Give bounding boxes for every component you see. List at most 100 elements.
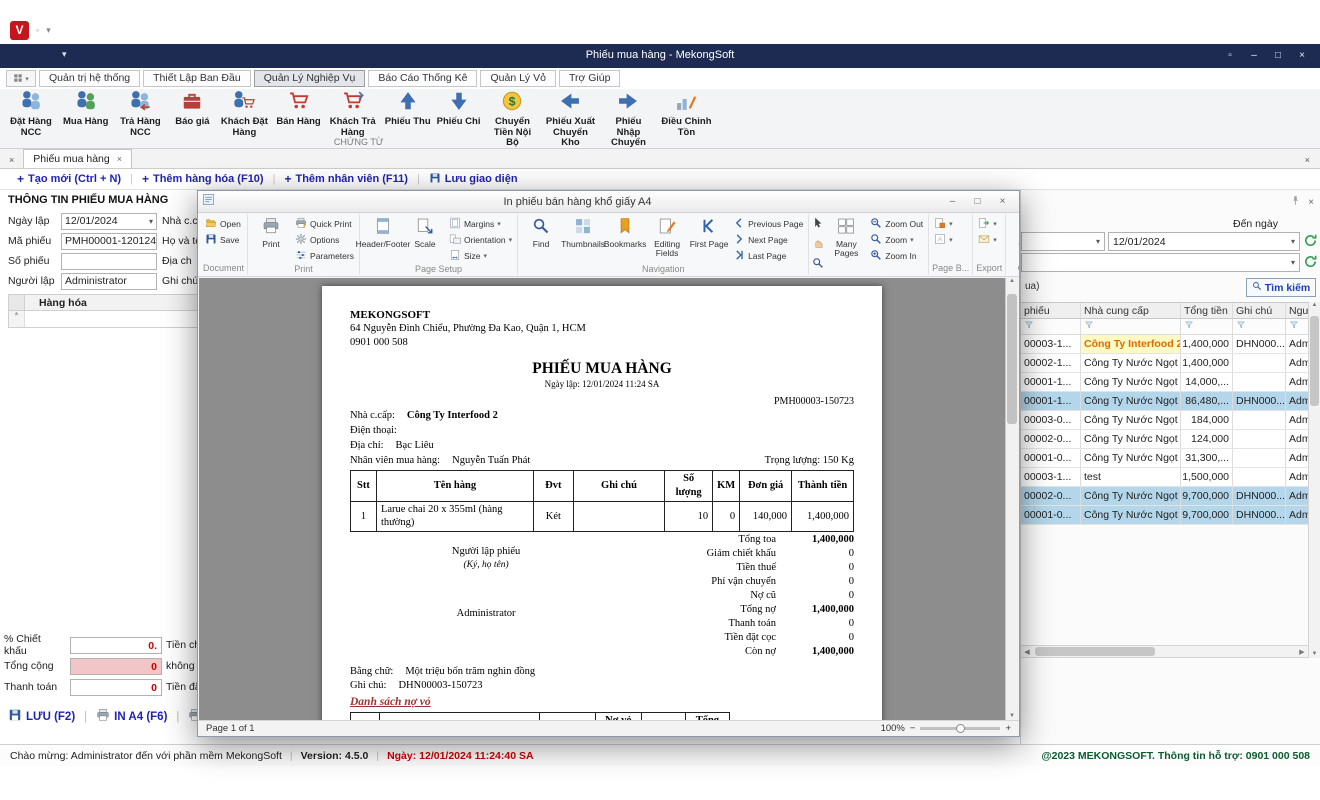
toolbar-button[interactable]: Zoom In bbox=[868, 248, 925, 263]
from-date-dropdown[interactable]: ▾ bbox=[1021, 232, 1105, 251]
ribbon-button[interactable]: Phiếu Thu bbox=[382, 89, 434, 128]
ribbon-tab[interactable]: Trợ Giúp bbox=[559, 70, 621, 87]
grid-row[interactable]: 00002-0...Công Ty Nước Ngọt ...124,000Ad… bbox=[1021, 430, 1320, 449]
horizontal-scrollbar[interactable]: ◀▶ bbox=[1021, 645, 1308, 658]
pointer-icon[interactable] bbox=[812, 216, 824, 234]
dialog-close-button[interactable]: × bbox=[990, 196, 1015, 207]
grid-column-header[interactable]: Tổng tiền bbox=[1181, 303, 1233, 318]
toolbar-button[interactable]: Many Pages bbox=[826, 215, 866, 258]
window-maximize-button[interactable]: □ bbox=[1266, 44, 1290, 68]
toolbar-button[interactable]: First Page bbox=[689, 215, 729, 249]
panel-close-icon[interactable]: × bbox=[1308, 197, 1314, 208]
ribbon-button[interactable]: Mua Hàng bbox=[60, 89, 111, 128]
toolbar-button[interactable]: Bookmarks bbox=[605, 215, 645, 249]
field-input[interactable]: Administrator bbox=[61, 273, 157, 290]
tabstrip-close-icon[interactable]: × bbox=[1295, 155, 1320, 168]
tab-phieu-mua-hang[interactable]: Phiếu mua hàng × bbox=[23, 149, 132, 168]
form-button[interactable]: IN A4 (F6) bbox=[96, 708, 167, 725]
grid-row[interactable]: 00003-0...Công Ty Nước Ngọt ...184,000Ad… bbox=[1021, 411, 1320, 430]
dialog-minimize-button[interactable]: – bbox=[940, 196, 965, 207]
ribbon-button[interactable]: Phiếu Chi bbox=[434, 89, 484, 128]
action-bar-item[interactable]: Lưu giao diện bbox=[420, 172, 527, 187]
quick-access-button[interactable]: ◦ bbox=[36, 25, 39, 35]
toolbar-button[interactable]: Close bbox=[1009, 215, 1019, 249]
field-input[interactable]: 12/01/2024▾ bbox=[61, 213, 157, 230]
total-value[interactable]: 0 bbox=[70, 658, 162, 675]
ribbon-tab[interactable]: Quản trị hệ thống bbox=[39, 70, 140, 87]
total-value[interactable]: 0 bbox=[70, 679, 162, 696]
window-close-button[interactable]: × bbox=[1290, 44, 1314, 68]
toolbar-button[interactable]: Find bbox=[521, 215, 561, 249]
grid-row[interactable]: 00002-1...Công Ty Nước Ngọt ...1,400,000… bbox=[1021, 354, 1320, 373]
grid-row[interactable]: 00001-0...Công Ty Nước Ngọt ...9,700,000… bbox=[1021, 506, 1320, 525]
toolbar-button[interactable]: Orientation▾ bbox=[447, 232, 514, 247]
action-bar-item[interactable]: +Thêm nhân viên (F11) bbox=[275, 172, 416, 186]
toolbar-button[interactable]: Margins▾ bbox=[447, 216, 514, 231]
toolbar-button[interactable]: Parameters bbox=[293, 248, 356, 263]
refresh-icon[interactable] bbox=[1303, 233, 1319, 249]
toolbar-button[interactable]: A▾ bbox=[932, 232, 955, 247]
close-all-tabs-icon[interactable]: × bbox=[0, 155, 23, 168]
scrollbar-thumb[interactable] bbox=[1035, 647, 1155, 656]
tab-close-icon[interactable]: × bbox=[117, 154, 122, 164]
toolbar-button[interactable]: ▾ bbox=[976, 232, 999, 247]
toolbar-button[interactable]: Editing Fields bbox=[647, 215, 687, 258]
ribbon-button[interactable]: Bán Hàng bbox=[273, 89, 323, 128]
ribbon-menu-button[interactable]: ▾ bbox=[6, 70, 36, 87]
toolbar-button[interactable]: Next Page bbox=[731, 232, 805, 247]
zoom-in-button[interactable]: + bbox=[1005, 723, 1011, 734]
zoom-slider[interactable] bbox=[920, 727, 1000, 730]
toolbar-button[interactable]: Scale bbox=[405, 215, 445, 249]
grid-row[interactable]: 00001-1...Công Ty Nước Ngọt ...86,480,..… bbox=[1021, 392, 1320, 411]
magnifier-icon[interactable] bbox=[812, 256, 824, 274]
grid-column-header[interactable]: phiếu bbox=[1021, 303, 1081, 318]
scrollbar-thumb[interactable] bbox=[1310, 316, 1319, 406]
to-date-dropdown[interactable]: 12/01/2024 ▾ bbox=[1108, 232, 1300, 251]
toolbar-button[interactable]: Thumbnails bbox=[563, 215, 603, 249]
toolbar-button[interactable]: Open bbox=[203, 216, 243, 231]
toolbar-button[interactable]: Header/Footer bbox=[363, 215, 403, 249]
grid-row[interactable]: 00003-1...Công Ty Interfood 21,400,000DH… bbox=[1021, 335, 1320, 354]
dropdown-caret-icon[interactable]: ▾ bbox=[149, 217, 153, 226]
grid-row[interactable]: 00002-0...Công Ty Nước Ngọt ...9,700,000… bbox=[1021, 487, 1320, 506]
vertical-scrollbar[interactable]: ▲▼ bbox=[1308, 302, 1320, 658]
action-bar-item[interactable]: +Tạo mới (Ctrl + N) bbox=[8, 172, 130, 186]
toolbar-button[interactable]: Quick Print bbox=[293, 216, 356, 231]
toolbar-button[interactable]: Size▾ bbox=[447, 248, 514, 263]
grid-column-header[interactable]: Ghi chú bbox=[1233, 303, 1286, 318]
grid-filter-cell[interactable] bbox=[1233, 319, 1286, 334]
dialog-maximize-button[interactable]: □ bbox=[965, 196, 990, 207]
hand-icon[interactable] bbox=[812, 236, 824, 254]
ribbon-tab[interactable]: Thiết Lập Ban Đầu bbox=[143, 70, 251, 87]
preview-vertical-scrollbar[interactable]: ▲▼ bbox=[1005, 278, 1018, 720]
action-bar-item[interactable]: +Thêm hàng hóa (F10) bbox=[133, 172, 273, 186]
refresh-icon[interactable] bbox=[1303, 254, 1319, 270]
panel-pin-icon[interactable] bbox=[1290, 193, 1301, 211]
field-input[interactable]: PMH00001-120124 bbox=[61, 233, 157, 250]
grid-filter-cell[interactable] bbox=[1181, 319, 1233, 334]
grid-row[interactable]: 00001-0...Công Ty Nước Ngọt ...31,300,..… bbox=[1021, 449, 1320, 468]
ribbon-button[interactable]: Khách Đặt Hàng bbox=[215, 89, 273, 138]
window-pin-button[interactable]: ▫ bbox=[1218, 44, 1242, 68]
zoom-out-button[interactable]: − bbox=[910, 723, 916, 734]
ribbon-tab[interactable]: Quản Lý Nghiệp Vụ bbox=[254, 70, 366, 87]
scrollbar-thumb[interactable] bbox=[1007, 294, 1017, 424]
ribbon-tab[interactable]: Báo Cáo Thống Kê bbox=[368, 70, 477, 87]
grid-column-header[interactable]: Nhà cung cấp bbox=[1081, 303, 1181, 318]
grid-row[interactable]: 00003-1...test1,500,000Admin bbox=[1021, 468, 1320, 487]
ribbon-button[interactable]: Báo giá bbox=[169, 89, 215, 128]
ribbon-button[interactable]: Khách Trả Hàng bbox=[324, 89, 382, 138]
filter-dropdown[interactable]: ▾ bbox=[1021, 253, 1300, 272]
ribbon-button[interactable]: Điều Chỉnh Tồn bbox=[657, 89, 715, 138]
zoom-slider-thumb[interactable] bbox=[956, 724, 965, 733]
toolbar-button[interactable]: Last Page bbox=[731, 248, 805, 263]
toolbar-button[interactable]: Save bbox=[203, 232, 243, 247]
total-value[interactable]: 0. bbox=[70, 637, 162, 654]
search-button[interactable]: Tìm kiếm bbox=[1246, 278, 1316, 297]
grid-filter-cell[interactable] bbox=[1021, 319, 1081, 334]
toolbar-button[interactable]: Print bbox=[251, 215, 291, 249]
ribbon-button[interactable]: Đặt Hàng NCC bbox=[2, 89, 60, 138]
toolbar-button[interactable]: Previous Page bbox=[731, 216, 805, 231]
toolbar-button[interactable]: Zoom▾ bbox=[868, 232, 925, 247]
window-minimize-button[interactable]: – bbox=[1242, 44, 1266, 68]
